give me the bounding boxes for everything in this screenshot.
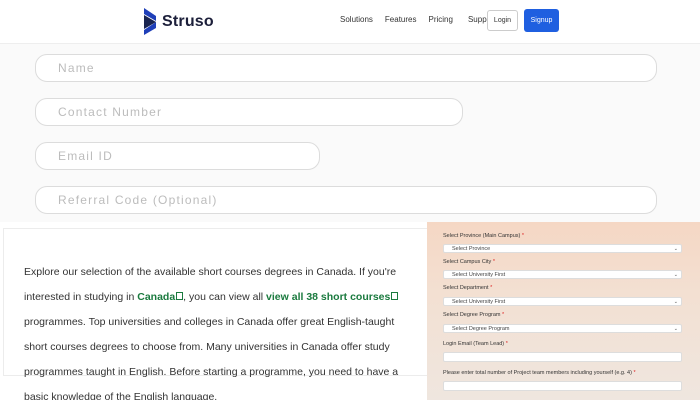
- chevron-down-icon: ⌄: [673, 326, 678, 332]
- article-text-part-2: , you can view all: [183, 291, 267, 303]
- external-link-icon: [391, 292, 399, 300]
- province-select[interactable]: Select Province ⌄: [443, 244, 682, 253]
- team-count-input[interactable]: [443, 381, 682, 391]
- login-email-label: Login Email (Team Lead) *: [443, 341, 508, 347]
- email-input[interactable]: Email ID: [35, 142, 320, 170]
- chevron-down-icon: ⌄: [673, 246, 678, 252]
- view-all-courses-link[interactable]: view all 38 short courses: [266, 291, 390, 303]
- brand-logo[interactable]: Struso: [142, 8, 214, 36]
- signup-button[interactable]: Signup: [524, 9, 559, 32]
- campus-city-select[interactable]: Select University First ⌄: [443, 270, 682, 279]
- chevron-down-icon: ⌄: [673, 299, 678, 305]
- canada-link[interactable]: Canada: [137, 291, 175, 303]
- signup-form: Name Contact Number Email ID Referral Co…: [0, 44, 700, 222]
- brand-name: Struso: [162, 13, 214, 30]
- struso-logo-icon: [142, 8, 158, 36]
- nav-features[interactable]: Features: [385, 14, 417, 26]
- referral-code-input[interactable]: Referral Code (Optional): [35, 186, 657, 214]
- name-input[interactable]: Name: [35, 54, 657, 82]
- department-select[interactable]: Select University First ⌄: [443, 297, 682, 306]
- province-label: Select Province (Main Campus) *: [443, 233, 525, 239]
- team-count-label: Please enter total number of Project tea…: [443, 370, 636, 376]
- campus-city-label: Select Campus City *: [443, 259, 495, 265]
- article-text: Explore our selection of the available s…: [24, 260, 420, 400]
- main-nav: Solutions Features Pricing Support: [340, 14, 508, 26]
- contact-number-input[interactable]: Contact Number: [35, 98, 463, 126]
- nav-solutions[interactable]: Solutions: [340, 14, 373, 26]
- chevron-down-icon: ⌄: [673, 272, 678, 278]
- top-navbar: Struso Solutions Features Pricing Suppor…: [0, 0, 700, 44]
- nav-pricing[interactable]: Pricing: [429, 14, 453, 26]
- degree-program-label: Select Degree Program *: [443, 312, 505, 318]
- page: Struso Solutions Features Pricing Suppor…: [0, 0, 700, 400]
- article-text-part-3: programmes. Top universities and college…: [24, 316, 399, 400]
- login-button[interactable]: Login: [487, 10, 518, 31]
- login-email-input[interactable]: [443, 352, 682, 362]
- department-label: Select Department *: [443, 285, 493, 291]
- degree-program-select[interactable]: Select Degree Program ⌄: [443, 324, 682, 333]
